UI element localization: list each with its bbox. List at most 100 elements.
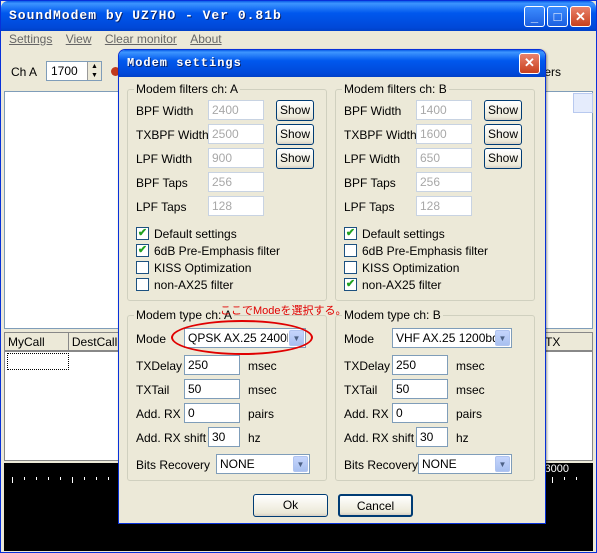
filters-a-lpf-width-show-button[interactable]: Show xyxy=(276,148,314,169)
dialog-titlebar[interactable]: Modem settings ✕ xyxy=(119,50,545,77)
modem-type-b-bits-select[interactable]: NONE ▼ xyxy=(418,454,512,474)
modem-type-a-shift-field[interactable]: 30 xyxy=(208,427,240,447)
modem-type-b-bits-label: Bits Recovery xyxy=(344,458,419,472)
main-close-button[interactable]: ✕ xyxy=(570,6,591,27)
checkbox-icon[interactable]: ✔ xyxy=(136,244,149,257)
modem-type-b-bits-row: Bits Recovery NONE ▼ xyxy=(336,454,534,476)
modem-settings-dialog: Modem settings ✕ Modem filters ch: A BPF… xyxy=(118,49,546,524)
scroll-button[interactable] xyxy=(573,93,593,113)
modem-type-a-mode-label: Mode xyxy=(136,332,167,346)
menubar: Settings View Clear monitor About xyxy=(4,31,593,49)
checkbox-icon[interactable]: ✔ xyxy=(344,278,357,291)
main-titlebar[interactable]: SoundModem by UZ7HO - Ver 0.81b _ □ ✕ xyxy=(1,1,596,31)
checkbox-label: 6dB Pre-Emphasis filter xyxy=(154,244,281,258)
menu-settings[interactable]: Settings xyxy=(4,31,57,47)
maximize-button[interactable]: □ xyxy=(547,6,568,27)
modem-type-b-txdelay-unit: msec xyxy=(456,359,485,373)
menu-clear-monitor[interactable]: Clear monitor xyxy=(100,31,182,47)
annotation-note: ここでModeを選択する。 xyxy=(220,305,347,317)
filters-a-txbpf-width-field[interactable]: 2500 xyxy=(208,124,264,144)
grid-selected-cell[interactable] xyxy=(7,353,69,370)
scale-tick xyxy=(36,477,37,480)
modem-type-b-shift-field[interactable]: 30 xyxy=(416,427,448,447)
checkbox-icon[interactable] xyxy=(344,261,357,274)
filters-b-non-ax25-checkbox[interactable]: ✔ non-AX25 filter xyxy=(344,277,544,293)
modem-type-a-bits-row: Bits Recovery NONE ▼ xyxy=(128,454,326,476)
checkbox-icon[interactable]: ✔ xyxy=(136,227,149,240)
modem-type-a-bits-select[interactable]: NONE ▼ xyxy=(216,454,310,474)
chevron-down-icon[interactable]: ▼ xyxy=(293,456,308,472)
modem-type-b-legend: Modem type ch: B xyxy=(342,308,443,322)
modem-type-a-txtail-field[interactable]: 50 xyxy=(184,379,240,399)
filters-a-preemphasis-checkbox[interactable]: ✔ 6dB Pre-Emphasis filter xyxy=(136,243,336,259)
ok-button[interactable]: Ok xyxy=(253,494,328,517)
annotation-highlight-ring xyxy=(171,320,313,355)
modem-type-b-mode-select[interactable]: VHF AX.25 1200bd ▼ xyxy=(392,328,512,348)
column-tx[interactable]: TX xyxy=(542,333,592,350)
filters-b-preemphasis-checkbox[interactable]: 6dB Pre-Emphasis filter xyxy=(344,243,544,259)
scale-tick xyxy=(12,477,13,483)
filters-a-bpf-width-field[interactable]: 2400 xyxy=(208,100,264,120)
filters-b-lpf-width-field[interactable]: 650 xyxy=(416,148,472,168)
filters-b-txbpf-width-label: TXBPF Width xyxy=(344,128,417,142)
filters-a-default-settings-checkbox[interactable]: ✔ Default settings xyxy=(136,226,336,242)
modem-type-b-addrx-field[interactable]: 0 xyxy=(392,403,448,423)
modem-type-b-addrx-row: Add. RX 0 pairs xyxy=(336,403,534,425)
filters-b-txbpf-width-field[interactable]: 1600 xyxy=(416,124,472,144)
filters-b-bpf-width-show-button[interactable]: Show xyxy=(484,100,522,121)
modem-type-a-addrx-field[interactable]: 0 xyxy=(184,403,240,423)
spinner-arrows-icon[interactable]: ▲ ▼ xyxy=(87,62,101,80)
checkbox-icon[interactable] xyxy=(136,261,149,274)
modem-type-a-txtail-label: TXTail xyxy=(136,383,170,397)
minimize-button[interactable]: _ xyxy=(524,6,545,27)
scale-tick xyxy=(576,477,577,480)
filters-a-lpf-width-row: LPF Width 900 Show xyxy=(128,148,326,170)
modem-type-b-txtail-field[interactable]: 50 xyxy=(392,379,448,399)
filters-a-lpf-width-label: LPF Width xyxy=(136,152,193,166)
filters-a-non-ax25-checkbox[interactable]: non-AX25 filter xyxy=(136,277,336,293)
filters-b-bpf-width-row: BPF Width 1400 Show xyxy=(336,100,534,122)
filters-b-lpf-width-row: LPF Width 650 Show xyxy=(336,148,534,170)
filters-b-lpf-width-show-button[interactable]: Show xyxy=(484,148,522,169)
modem-type-a-txdelay-field[interactable]: 250 xyxy=(184,355,240,375)
chevron-down-icon[interactable]: ▼ xyxy=(495,330,510,346)
filters-a-txbpf-width-show-button[interactable]: Show xyxy=(276,124,314,145)
checkbox-icon[interactable] xyxy=(136,278,149,291)
filters-a-lpf-taps-field[interactable]: 128 xyxy=(208,196,264,216)
chevron-down-icon[interactable]: ▼ xyxy=(495,456,510,472)
dialog-title: Modem settings xyxy=(127,56,242,70)
filters-b-lpf-taps-field[interactable]: 128 xyxy=(416,196,472,216)
checkbox-icon[interactable]: ✔ xyxy=(344,227,357,240)
filters-b-bpf-width-field[interactable]: 1400 xyxy=(416,100,472,120)
main-title: SoundModem by UZ7HO - Ver 0.81b xyxy=(9,8,282,23)
modem-type-a-txdelay-unit: msec xyxy=(248,359,277,373)
modem-type-a-txtail-row: TXTail 50 msec xyxy=(128,379,326,401)
filters-a-bpf-taps-row: BPF Taps 256 xyxy=(128,172,326,194)
modem-type-b-mode-row: Mode VHF AX.25 1200bd ▼ xyxy=(336,328,534,350)
channel-frequency-spinner[interactable]: 1700 ▲ ▼ xyxy=(46,61,102,81)
column-mycall[interactable]: MyCall xyxy=(5,333,69,350)
filters-a-lpf-width-field[interactable]: 900 xyxy=(208,148,264,168)
filters-b-lpf-taps-row: LPF Taps 128 xyxy=(336,196,534,218)
filters-a-txbpf-width-label: TXBPF Width xyxy=(136,128,209,142)
filters-b-txbpf-width-show-button[interactable]: Show xyxy=(484,124,522,145)
filters-b-bpf-taps-field[interactable]: 256 xyxy=(416,172,472,192)
filters-b-default-settings-checkbox[interactable]: ✔ Default settings xyxy=(344,226,544,242)
scale-tick xyxy=(552,477,553,483)
filters-a-bpf-width-show-button[interactable]: Show xyxy=(276,100,314,121)
filters-a-kiss-optimization-checkbox[interactable]: KISS Optimization xyxy=(136,260,336,276)
checkbox-label: KISS Optimization xyxy=(362,261,460,275)
filters-b-bpf-width-label: BPF Width xyxy=(344,104,402,118)
checkbox-icon[interactable] xyxy=(344,244,357,257)
cancel-button[interactable]: Cancel xyxy=(338,494,413,517)
filters-a-bpf-taps-field[interactable]: 256 xyxy=(208,172,264,192)
modem-type-b-txtail-label: TXTail xyxy=(344,383,378,397)
menu-view[interactable]: View xyxy=(61,31,97,47)
dialog-close-button[interactable]: ✕ xyxy=(519,53,540,74)
scale-tick xyxy=(84,477,85,480)
modem-type-b-txdelay-row: TXDelay 250 msec xyxy=(336,355,534,377)
modem-type-b-txdelay-field[interactable]: 250 xyxy=(392,355,448,375)
filters-b-kiss-optimization-checkbox[interactable]: KISS Optimization xyxy=(344,260,544,276)
menu-about[interactable]: About xyxy=(185,31,226,47)
filters-a-bpf-taps-label: BPF Taps xyxy=(136,176,188,190)
